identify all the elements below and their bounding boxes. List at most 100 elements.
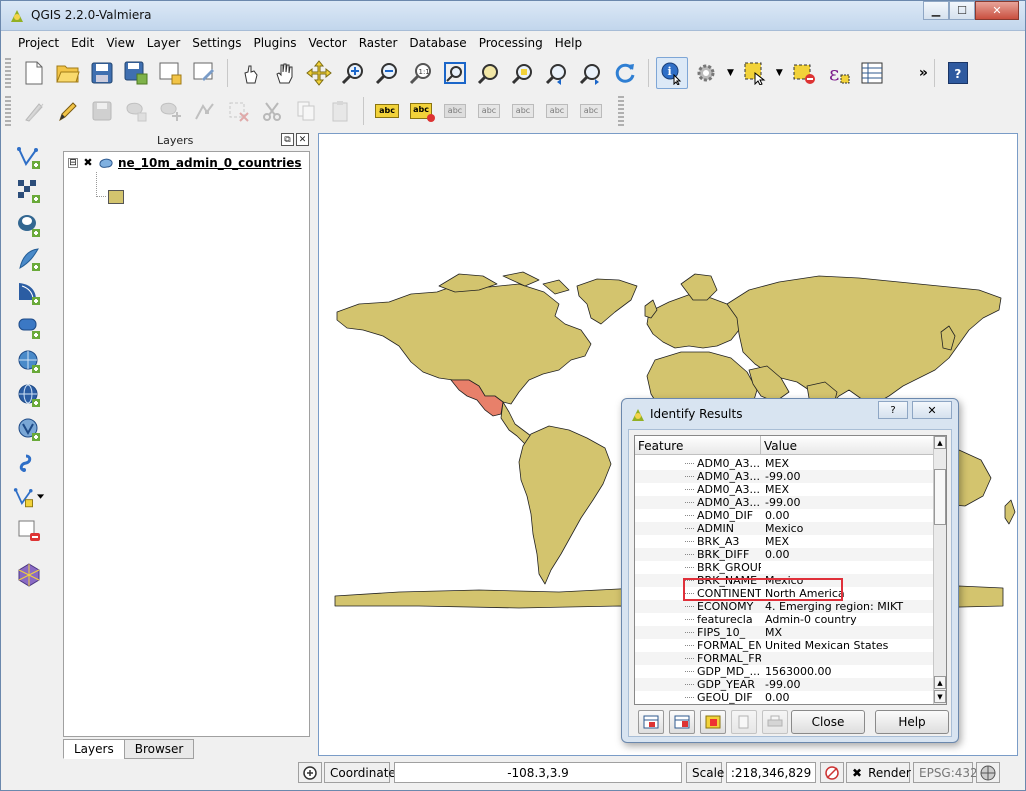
results-scrollbar[interactable]: ▲ ▲ ▼ [933,436,946,704]
results-table[interactable]: Feature Value ADM0_A3... MEX ADM0_A3... -99… [634,435,947,705]
rotation-toggle[interactable] [820,762,844,783]
minimize-button[interactable]: ▁ [923,1,949,20]
move-feature-icon[interactable] [154,95,186,127]
table-row[interactable]: ADMIN Mexico [635,522,935,535]
table-row[interactable]: GDP_MD_... 1563000.00 [635,665,935,678]
toolbar-grip[interactable] [618,96,624,126]
scroll-thumb[interactable] [934,469,946,525]
show-hide-labels-icon[interactable]: abc [439,95,471,127]
save-edits-icon[interactable] [86,95,118,127]
table-row[interactable]: ECONOMY 4. Emerging region: MIKT [635,600,935,613]
table-row[interactable]: ADM0_A3... MEX [635,457,935,470]
scroll-up-arrow-icon[interactable]: ▲ [934,676,946,689]
table-row[interactable]: FORMAL_EN United Mexican States [635,639,935,652]
expand-all-button[interactable] [638,710,664,734]
tab-layers[interactable]: Layers [63,739,125,759]
float-panel-button[interactable]: ⧉ [281,133,294,146]
zoom-full-icon[interactable] [439,57,471,89]
tab-browser[interactable]: Browser [123,739,195,759]
close-window-button[interactable]: ✕ [975,1,1019,20]
current-edits-icon[interactable] [18,95,50,127]
toolbar-grip[interactable] [5,96,11,126]
menu-processing[interactable]: Processing [473,36,549,50]
plugin-icon[interactable] [13,559,45,591]
table-row[interactable]: BRK_DIFF 0.00 [635,548,935,561]
col-header-feature[interactable]: Feature [635,436,761,454]
menu-database[interactable]: Database [403,36,472,50]
menu-layer[interactable]: Layer [141,36,186,50]
toolbar-overflow-button[interactable]: » [919,65,928,81]
render-toggle[interactable]: ✖ Render [846,762,911,783]
save-project-icon[interactable] [86,57,118,89]
table-row[interactable]: FORMAL_FR [635,652,935,665]
print-button[interactable] [762,710,788,734]
table-row[interactable]: CONTINENT North America [635,587,935,600]
refresh-icon[interactable] [609,57,641,89]
messages-button[interactable] [298,762,322,783]
menu-plugins[interactable]: Plugins [247,36,302,50]
dialog-help-button[interactable]: ? [878,401,908,419]
pin-labels-icon[interactable]: abc [405,95,437,127]
add-wcs-layer-icon[interactable] [13,379,45,411]
render-checkbox[interactable]: ✖ [852,766,862,780]
add-postgis-layer-icon[interactable] [13,209,45,241]
select-icon[interactable] [739,57,771,89]
maximize-button[interactable]: ☐ [949,1,975,20]
zoom-last-icon[interactable] [541,57,573,89]
menu-help[interactable]: Help [549,36,588,50]
pan-icon[interactable] [269,57,301,89]
collapse-toggle[interactable]: ⊟ [68,158,78,168]
zoom-in-icon[interactable] [337,57,369,89]
label-tool-icon[interactable]: abc [371,95,403,127]
table-row[interactable]: featurecla Admin-0 country [635,613,935,626]
coordinate-field[interactable]: -108.3,3.9 [394,762,682,783]
add-oracle-layer-icon[interactable] [13,311,45,343]
layer-item[interactable]: ⊟ ✖ ne_10m_admin_0_countries [68,155,302,171]
action-icon[interactable] [690,57,722,89]
close-button[interactable]: Close [791,710,865,734]
add-spatialite-layer-icon[interactable] [13,243,45,275]
scroll-up-arrow-icon[interactable]: ▲ [934,436,946,449]
whats-this-icon[interactable]: ? [942,57,974,89]
toolbar-grip[interactable] [5,58,11,88]
menu-project[interactable]: Project [12,36,65,50]
zoom-actual-icon[interactable]: 1:1 [405,57,437,89]
table-row[interactable]: BRK_NAME Mexico [635,574,935,587]
add-mssql-layer-icon[interactable] [13,277,45,309]
rotate-label-icon[interactable]: abc [507,95,539,127]
table-row[interactable]: FIPS_10_ MX [635,626,935,639]
delete-selected-icon[interactable] [222,95,254,127]
toggle-editing-icon[interactable] [52,95,84,127]
deselect-icon[interactable] [788,57,820,89]
paste-features-icon[interactable] [324,95,356,127]
new-project-icon[interactable] [18,57,50,89]
copy-feature-button[interactable] [731,710,757,734]
zoom-out-icon[interactable] [371,57,403,89]
open-project-icon[interactable] [52,57,84,89]
add-delimited-text-icon[interactable] [13,447,45,479]
dropdown-arrow-icon[interactable]: ▼ [776,68,783,78]
crs-status-icon-button[interactable] [976,762,1000,783]
add-wfs-layer-icon[interactable] [13,413,45,445]
save-as-icon[interactable] [120,57,152,89]
zoom-to-layer-icon[interactable] [473,57,505,89]
new-vector-layer-icon[interactable] [13,481,45,513]
crs-button[interactable]: EPSG:4326 [913,762,985,783]
table-row[interactable]: ADM0_A3... -99.00 [635,470,935,483]
help-button[interactable]: Help [875,710,949,734]
table-row[interactable]: BRK_A3 MEX [635,535,935,548]
table-row[interactable]: GDP_YEAR -99.00 [635,678,935,691]
composer-manager-icon[interactable] [188,57,220,89]
collapse-all-button[interactable] [669,710,695,734]
field-calculator-icon[interactable]: ε [822,57,854,89]
zoom-next-icon[interactable] [575,57,607,89]
expand-new-button[interactable] [700,710,726,734]
menu-vector[interactable]: Vector [302,36,352,50]
col-header-value[interactable]: Value [761,436,935,454]
dropdown-arrow-icon[interactable]: ▼ [727,68,734,78]
attribute-table-icon[interactable] [856,57,888,89]
scroll-down-arrow-icon[interactable]: ▼ [934,690,946,703]
cut-features-icon[interactable] [256,95,288,127]
add-raster-layer-icon[interactable] [13,175,45,207]
dialog-close-button[interactable]: ✕ [912,401,952,419]
